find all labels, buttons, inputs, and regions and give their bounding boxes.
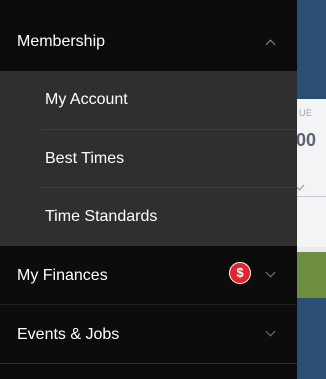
app-card-value: 00 (296, 130, 317, 150)
menu-item-events-jobs-label: Events & Jobs (17, 326, 120, 343)
chevron-down-icon[interactable] (265, 326, 276, 337)
submenu-item-label: Best Times (45, 150, 125, 167)
chevron-up-icon[interactable] (265, 39, 276, 50)
navigation-drawer: Membership My Account Best Times Time St… (0, 0, 297, 379)
menu-group-membership[interactable]: Membership (0, 0, 297, 71)
submenu-item-time-standards[interactable]: Time Standards (0, 188, 297, 246)
submenu-item-my-account[interactable]: My Account (0, 71, 297, 129)
app-card-label: UE (299, 108, 312, 118)
menu-item-my-finances[interactable]: My Finances (0, 246, 297, 304)
submenu-item-best-times[interactable]: Best Times (0, 130, 297, 188)
submenu-item-label: Time Standards (45, 208, 158, 225)
submenu-item-label: My Account (45, 91, 128, 108)
dollar-badge-icon: $ (229, 262, 251, 284)
menu-item-events-jobs[interactable]: Events & Jobs (0, 305, 297, 363)
menu-group-membership-label: Membership (17, 33, 106, 50)
chevron-down-icon[interactable] (265, 267, 276, 278)
menu-item-my-finances-label: My Finances (17, 267, 108, 284)
drawer-bottom (0, 364, 297, 379)
